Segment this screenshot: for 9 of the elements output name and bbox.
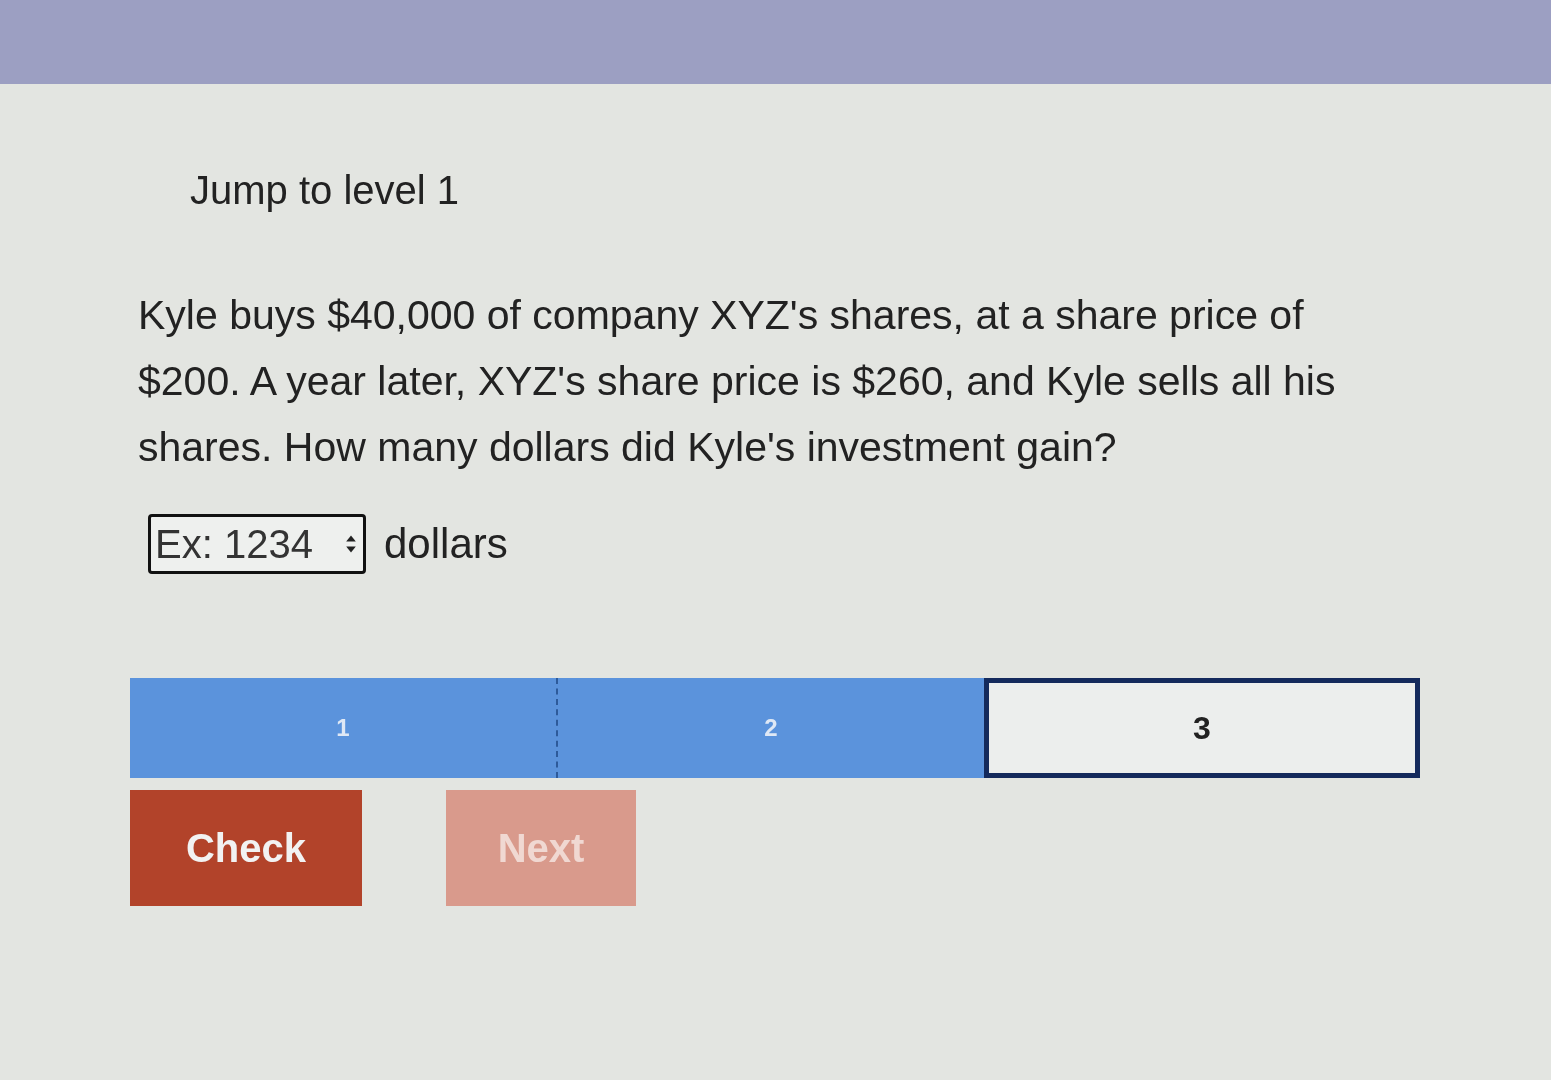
spinner-icon[interactable]: [345, 534, 357, 554]
level-segment[interactable]: 3: [984, 678, 1420, 778]
level-segment[interactable]: 2: [556, 678, 984, 778]
level-heading: Jump to level 1: [190, 167, 461, 214]
action-button[interactable]: Check: [130, 790, 362, 906]
question-text: Kyle buys $40,000 of company XYZ's shares, at a share price of $200. A year later, XYZ's share price is $260, and Kyle sells all his shares. How many dollars did Kyle's investment gain?: [138, 291, 1337, 472]
answer-field[interactable]: Ex: 1234: [148, 514, 366, 574]
level-segment[interactable]: 1: [130, 678, 556, 778]
unit-label: dollars: [384, 520, 508, 568]
